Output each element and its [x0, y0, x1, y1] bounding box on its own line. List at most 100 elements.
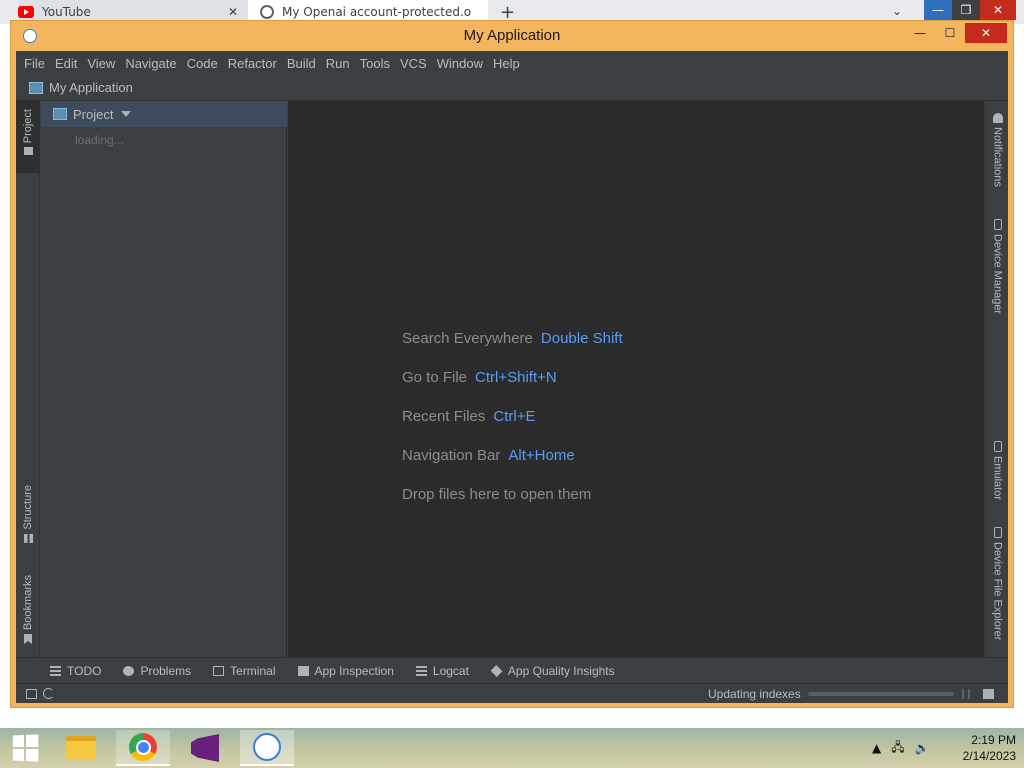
toolwindow-tab-project[interactable]: Project: [16, 101, 40, 173]
project-icon: [53, 108, 67, 120]
volume-icon[interactable]: 🔊: [915, 741, 930, 755]
window-controls: — ☐ ✕: [905, 23, 1007, 43]
tab-search-icon[interactable]: ⌄: [892, 4, 902, 18]
start-button[interactable]: [0, 728, 50, 768]
event-log-icon[interactable]: [983, 689, 994, 699]
hint-label: Search Everywhere: [402, 330, 533, 347]
hint-shortcut[interactable]: Double Shift: [541, 330, 623, 347]
sync-icon: [43, 688, 54, 699]
emulator-icon: [993, 441, 1002, 452]
menu-file[interactable]: File: [24, 56, 45, 71]
hint-shortcut[interactable]: Ctrl+E: [493, 408, 535, 425]
toolwindow-label: Bookmarks: [22, 575, 34, 631]
project-view-selector[interactable]: Project: [41, 101, 287, 127]
clock[interactable]: 2:19 PM 2/14/2023: [946, 732, 1016, 764]
menu-refactor[interactable]: Refactor: [228, 56, 277, 71]
restore-icon[interactable]: ❐: [952, 0, 980, 20]
menu-run[interactable]: Run: [326, 56, 350, 71]
toolwindow-tab-emulator[interactable]: Emulator: [986, 441, 1009, 500]
breadcrumb[interactable]: My Application: [49, 80, 133, 95]
hint-shortcut[interactable]: Alt+Home: [508, 447, 574, 464]
globe-icon: [260, 5, 274, 19]
tool-logcat[interactable]: Logcat: [415, 664, 469, 678]
tool-label: Terminal: [230, 663, 276, 678]
menu-navigate[interactable]: Navigate: [125, 56, 176, 71]
menu-view[interactable]: View: [87, 56, 115, 71]
maximize-icon[interactable]: ☐: [935, 23, 965, 43]
browser-window-controls: — ❐ ✕: [924, 0, 1016, 20]
network-icon[interactable]: 🖧: [891, 738, 904, 759]
hint-label: Go to File: [402, 369, 468, 386]
right-tool-strip: Notifications Device Manager Emulator De…: [985, 101, 1008, 657]
taskbar-app-android-studio[interactable]: [240, 730, 294, 766]
toolwindow-label: Device Manager: [991, 234, 1004, 315]
app-inspection-icon: [297, 665, 309, 676]
close-icon[interactable]: ✕: [965, 23, 1007, 43]
menu-code[interactable]: Code: [187, 56, 218, 71]
toolwindow-tab-device-file-explorer[interactable]: Device File Explorer: [986, 527, 1009, 640]
menu-bar: File Edit View Navigate Code Refactor Bu…: [16, 51, 1008, 75]
minimize-icon[interactable]: —: [924, 0, 952, 20]
hint-drop-files: Drop files here to open them: [402, 486, 591, 503]
show-hidden-icons-icon[interactable]: ▲: [872, 741, 881, 755]
tool-todo[interactable]: TODO: [50, 664, 101, 678]
toolwindow-tab-structure[interactable]: Structure: [16, 485, 40, 543]
ide-window: My Application — ☐ ✕ File Edit View Navi…: [10, 20, 1014, 708]
visual-studio-icon: [191, 734, 219, 762]
navigation-bar: My Application: [16, 75, 1008, 101]
dropdown-arrow-icon[interactable]: [121, 111, 132, 117]
toolwindow-tab-device-manager[interactable]: Device Manager: [986, 219, 1009, 314]
hint-shortcut[interactable]: Ctrl+Shift+N: [475, 369, 557, 386]
status-bar: Updating indexes: [16, 683, 1008, 703]
bell-icon: [992, 113, 1003, 123]
tool-label: App Inspection: [314, 663, 394, 678]
hint-label: Navigation Bar: [402, 447, 501, 464]
pause-icon[interactable]: [962, 689, 970, 699]
tool-app-quality-insights[interactable]: App Quality Insights: [490, 663, 615, 678]
browser-tab-title: YouTube: [42, 5, 91, 19]
tool-label: App Quality Insights: [507, 663, 615, 678]
menu-vcs[interactable]: VCS: [400, 56, 427, 71]
taskbar-app-visual-studio[interactable]: [178, 730, 232, 766]
close-icon[interactable]: ✕: [980, 0, 1016, 20]
left-tool-strip: Project Structure Bookmarks: [16, 101, 40, 657]
toolwindow-tab-notifications[interactable]: Notifications: [986, 113, 1009, 187]
hint-label: Drop files here to open them: [402, 486, 592, 503]
window-title: My Application: [463, 27, 561, 44]
terminal-icon: [213, 665, 225, 676]
taskbar-app-file-explorer[interactable]: [54, 730, 108, 766]
menu-edit[interactable]: Edit: [55, 56, 77, 71]
problems-icon: [123, 665, 135, 676]
project-panel-title: Project: [73, 106, 114, 122]
device-manager-icon: [993, 219, 1002, 230]
window-titlebar[interactable]: My Application — ☐ ✕: [11, 21, 1013, 51]
tool-app-inspection[interactable]: App Inspection: [297, 663, 394, 678]
minimize-icon[interactable]: —: [905, 23, 935, 43]
toolwindow-label: Structure: [22, 485, 34, 530]
android-studio-icon: [253, 733, 281, 761]
menu-help[interactable]: Help: [493, 56, 520, 71]
ide-content: File Edit View Navigate Code Refactor Bu…: [16, 51, 1008, 703]
menu-window[interactable]: Window: [437, 56, 483, 71]
clock-date: 2/14/2023: [962, 749, 1016, 763]
taskbar-app-chrome[interactable]: [116, 730, 170, 766]
tool-label: TODO: [67, 663, 102, 678]
menu-build[interactable]: Build: [287, 56, 316, 71]
tool-terminal[interactable]: Terminal: [213, 663, 276, 678]
toolwindow-tab-bookmarks[interactable]: Bookmarks: [16, 575, 40, 645]
youtube-icon: [18, 6, 34, 18]
module-folder-icon: [29, 81, 43, 94]
hint-navigation-bar: Navigation Bar Alt+Home: [402, 447, 575, 464]
tool-label: Problems: [140, 663, 192, 678]
tool-problems[interactable]: Problems: [123, 664, 191, 678]
toolwindow-label: Emulator: [991, 456, 1004, 501]
clock-time: 2:19 PM: [971, 733, 1016, 747]
close-tab-icon[interactable]: ✕: [228, 5, 238, 19]
tool-windows-toggle-icon[interactable]: [26, 689, 37, 699]
status-text[interactable]: Updating indexes: [708, 687, 801, 701]
structure-icon: [23, 533, 33, 543]
windows-logo-icon: [12, 734, 39, 762]
indexing-progress-bar: [808, 692, 954, 696]
menu-tools[interactable]: Tools: [360, 56, 390, 71]
taskbar: ▲ 🖧 🔊 2:19 PM 2/14/2023: [0, 728, 1024, 768]
